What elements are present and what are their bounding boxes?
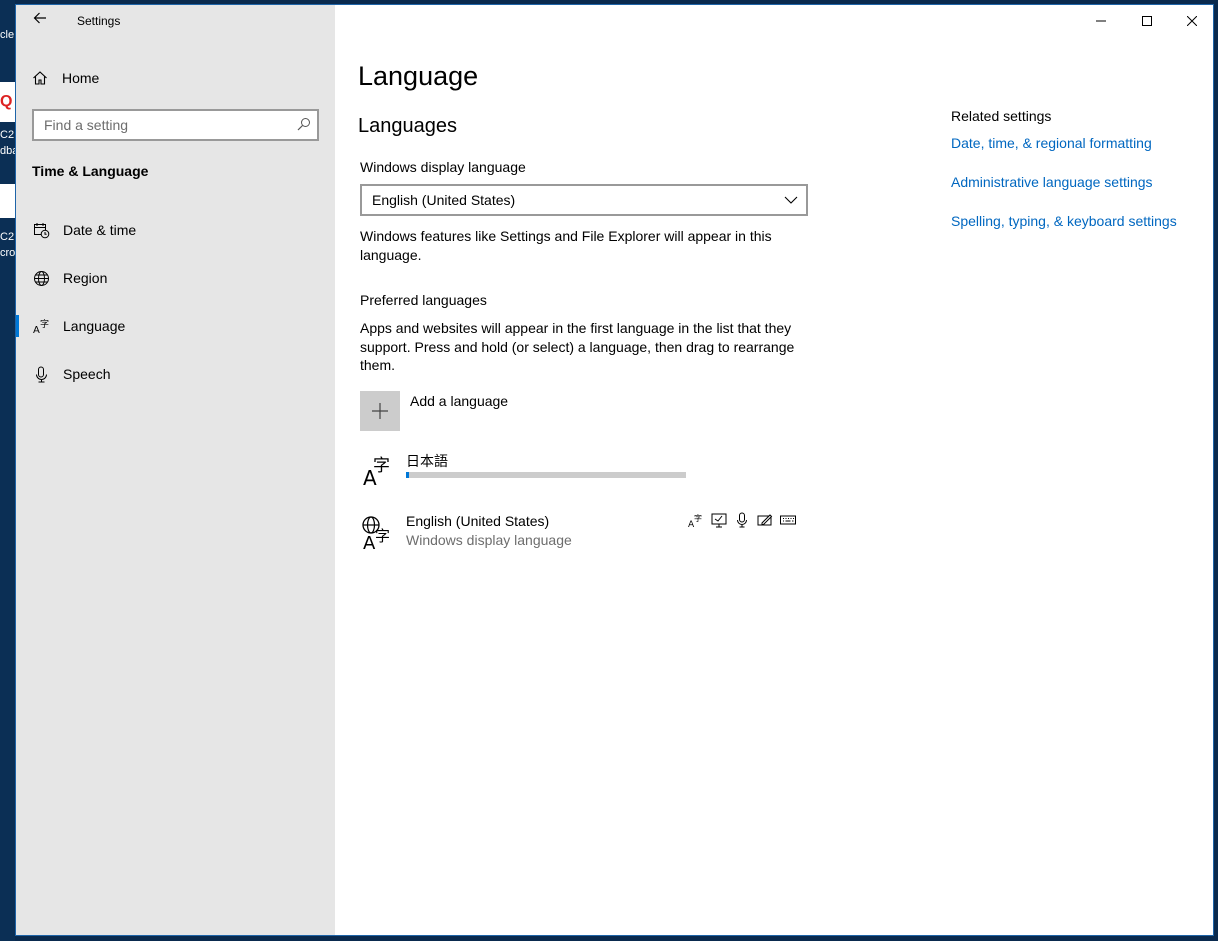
language-pack-icon: A字 <box>687 511 705 529</box>
language-item-english[interactable]: A字 English (United States) Windows displ… <box>360 509 805 553</box>
display-language-dropdown[interactable]: English (United States) <box>360 184 808 216</box>
link-administrative-language[interactable]: Administrative language settings <box>951 174 1153 190</box>
nav-pane: Settings Home Time & Language Date & tim… <box>16 5 335 935</box>
related-settings-title: Related settings <box>951 108 1052 124</box>
display-language-value: English (United States) <box>372 192 516 208</box>
desktop-app-icon[interactable] <box>0 184 15 218</box>
plus-icon <box>372 403 388 419</box>
text-line: support. Press and hold (or select) a la… <box>360 338 795 355</box>
keyboard-icon <box>779 511 797 529</box>
handwriting-icon <box>756 511 774 529</box>
preferred-languages-description: Apps and websites will appear in the fir… <box>360 319 805 375</box>
progress-fill <box>406 472 409 478</box>
language-subtitle: Windows display language <box>406 532 572 548</box>
text-line: Apps and websites will appear in the fir… <box>360 320 792 336</box>
desktop-icon-label: cle <box>0 29 15 41</box>
globe-language-icon: A字 <box>362 516 390 549</box>
content-pane: Language Languages Windows display langu… <box>335 5 1213 935</box>
nav-item-language[interactable]: A字 Language <box>16 306 335 346</box>
nav-item-label: Region <box>63 270 108 286</box>
nav-item-label: Language <box>63 318 126 334</box>
home-label: Home <box>62 70 100 86</box>
section-heading-languages: Languages <box>358 115 457 137</box>
preferred-languages-label: Preferred languages <box>360 292 487 308</box>
language-icon: A字 <box>32 317 50 335</box>
search-input[interactable] <box>34 111 294 139</box>
nav-item-label: Speech <box>63 366 111 382</box>
svg-text:A: A <box>33 325 40 335</box>
nav-item-label: Date & time <box>63 222 137 238</box>
desktop-icon-label: C2 <box>0 231 15 243</box>
microphone-icon <box>32 365 50 383</box>
add-language-button[interactable] <box>360 391 400 431</box>
back-arrow-icon <box>33 12 46 24</box>
svg-text:字: 字 <box>375 527 390 545</box>
nav-item-region[interactable]: Region <box>16 258 335 298</box>
language-icon: A字 <box>363 456 390 487</box>
desktop-icon-label: dba <box>0 145 15 157</box>
language-name: 日本語 <box>406 453 448 469</box>
text-line: Windows features like Settings and File … <box>360 228 772 244</box>
svg-text:字: 字 <box>373 456 390 476</box>
nav-item-speech[interactable]: Speech <box>16 354 335 394</box>
search-icon[interactable] <box>297 117 311 131</box>
desktop-background: cle Q C2 dba C2 cros <box>0 0 15 941</box>
link-spelling-typing-keyboard[interactable]: Spelling, typing, & keyboard settings <box>951 213 1177 229</box>
back-button[interactable] <box>30 11 50 31</box>
link-regional-formatting[interactable]: Date, time, & regional formatting <box>951 135 1152 151</box>
display-language-note: Windows features like Settings and File … <box>360 227 805 264</box>
display-language-label: Windows display language <box>360 159 526 175</box>
calendar-clock-icon <box>32 221 50 239</box>
display-text-icon <box>710 511 728 529</box>
nav-home[interactable]: Home <box>32 67 99 89</box>
app-title: Settings <box>77 14 121 28</box>
page-title: Language <box>358 61 479 91</box>
settings-window: Settings Home Time & Language Date & tim… <box>15 4 1214 936</box>
selected-indicator <box>16 315 19 337</box>
language-install-progress <box>406 472 686 478</box>
nav-item-date-time[interactable]: Date & time <box>16 210 335 250</box>
desktop-icon-label: C2 <box>0 129 15 141</box>
chevron-down-icon <box>784 196 798 204</box>
text-line: them. <box>360 357 396 373</box>
globe-icon <box>32 269 50 287</box>
speech-icon <box>733 511 751 529</box>
text-line: language. <box>360 246 422 263</box>
language-name: English (United States) <box>406 513 550 529</box>
svg-text:字: 字 <box>40 318 49 330</box>
desktop-icon-label: cros <box>0 247 15 259</box>
desktop-icon-glyph: Q <box>0 93 13 110</box>
language-item-japanese[interactable]: A字 日本語 <box>360 447 805 491</box>
add-language-label[interactable]: Add a language <box>410 393 508 409</box>
home-icon <box>33 71 47 85</box>
nav-section-title: Time & Language <box>32 163 149 179</box>
svg-text:字: 字 <box>694 513 702 523</box>
search-box[interactable] <box>32 109 319 141</box>
